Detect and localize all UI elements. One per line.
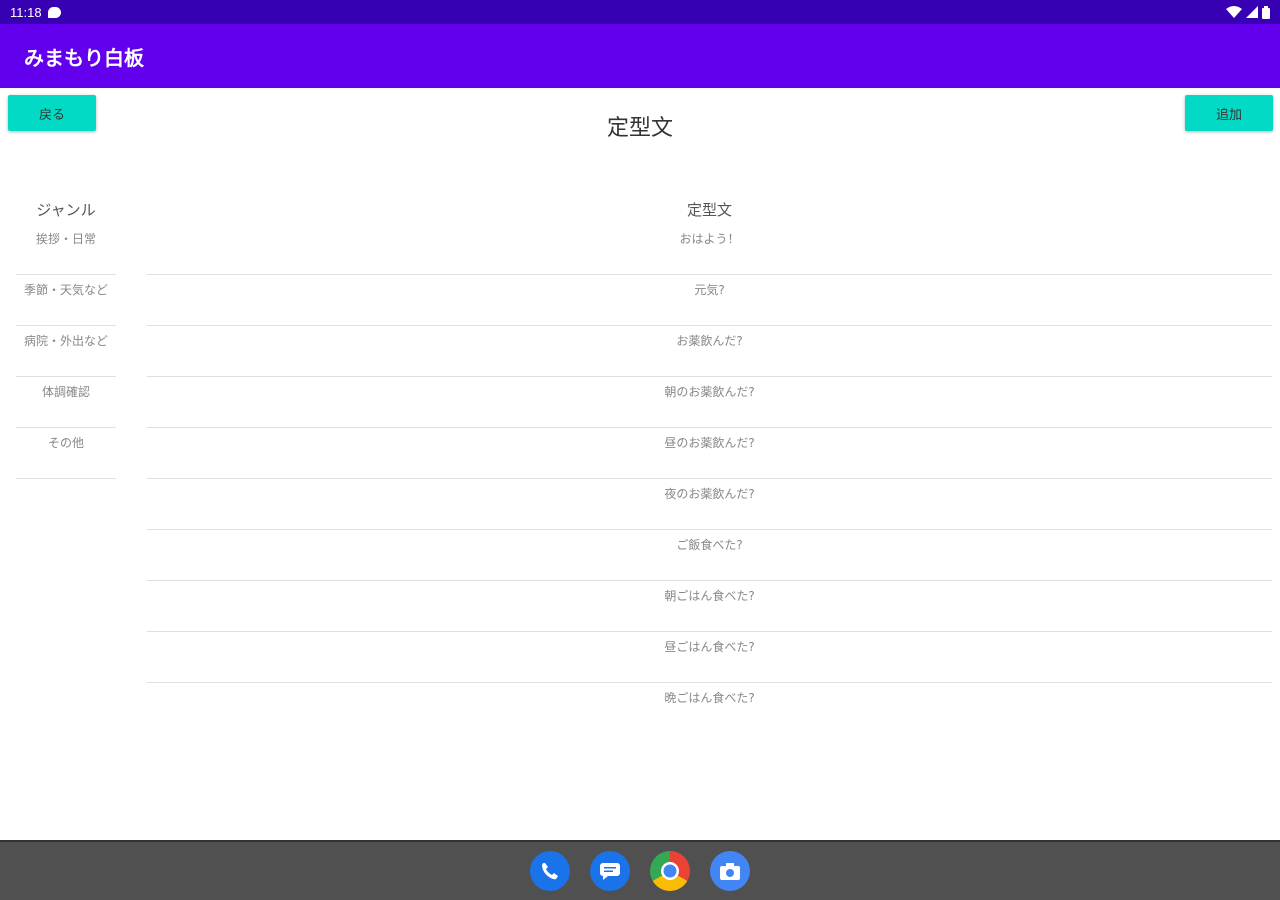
phrase-list-header: 定型文 xyxy=(686,201,732,219)
status-bar: 11:18 xyxy=(0,0,1280,24)
app-bar: みまもり白板 xyxy=(0,24,1280,88)
phrase-item[interactable]: 昼のお薬飲んだ? xyxy=(147,428,1272,479)
genre-list-header: ジャンル xyxy=(36,201,96,219)
phrase-item[interactable]: ご飯食べた? xyxy=(147,530,1272,581)
signal-icon xyxy=(1246,6,1258,18)
camera-icon[interactable] xyxy=(710,851,750,891)
phrase-item[interactable]: 夜のお薬飲んだ? xyxy=(147,479,1272,530)
phrase-item[interactable]: おはよう！ xyxy=(147,224,1272,275)
messages-icon[interactable] xyxy=(590,851,630,891)
nav-bar xyxy=(0,840,1280,900)
phrase-item[interactable]: 元気? xyxy=(147,275,1272,326)
status-indicators xyxy=(1226,5,1270,19)
phrase-item[interactable]: 晩ごはん食べた? xyxy=(147,683,1272,734)
phrase-item[interactable]: お薬飲んだ? xyxy=(147,326,1272,377)
phrase-item[interactable]: 朝のお薬飲んだ? xyxy=(147,377,1272,428)
genre-list: ジャンル 挨拶・日常 季節・天気など 病院・外出など 体調確認 その他 xyxy=(16,196,116,479)
phrase-item[interactable]: 朝ごはん食べた? xyxy=(147,581,1272,632)
genre-item[interactable]: 体調確認 xyxy=(16,377,116,428)
status-time: 11:18 xyxy=(10,4,42,20)
page-title: 定型文 xyxy=(606,116,673,141)
genre-item[interactable]: その他 xyxy=(16,428,116,479)
wifi-icon xyxy=(1226,6,1242,18)
battery-icon xyxy=(1262,5,1270,19)
phrase-item[interactable]: 昼ごはん食べた? xyxy=(147,632,1272,683)
genre-item[interactable]: 季節・天気など xyxy=(16,275,116,326)
genre-item[interactable]: 挨拶・日常 xyxy=(16,224,116,275)
chrome-icon[interactable] xyxy=(650,851,690,891)
message-notification-icon xyxy=(47,6,61,18)
add-button[interactable]: 追加 xyxy=(1185,95,1273,131)
phone-icon[interactable] xyxy=(530,851,570,891)
phrase-list: 定型文 おはよう！ 元気? お薬飲んだ? 朝のお薬飲んだ? 昼のお薬飲んだ? 夜… xyxy=(147,196,1272,734)
genre-item[interactable]: 病院・外出など xyxy=(16,326,116,377)
app-title: みまもり白板 xyxy=(24,45,144,70)
